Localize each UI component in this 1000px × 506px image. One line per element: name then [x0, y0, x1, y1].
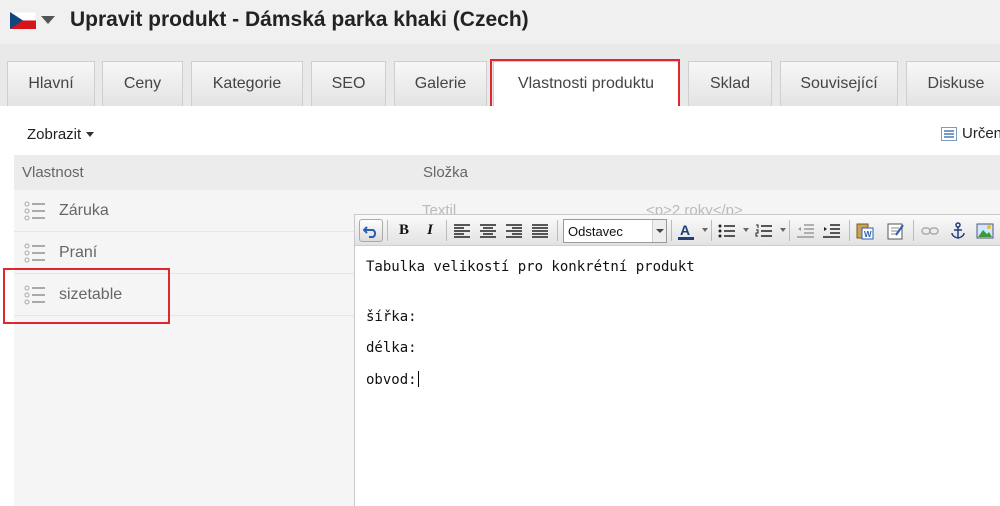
align-justify-button[interactable]: [528, 219, 552, 242]
toolbar-separator: [711, 220, 712, 241]
editor-paragraph-last: obvod:: [366, 371, 419, 388]
property-name: Praní: [59, 244, 98, 261]
numbered-list-icon: [755, 224, 772, 237]
list-settings-icon: [941, 126, 957, 141]
toolbar-separator: [671, 220, 672, 241]
outdent-button[interactable]: [794, 219, 818, 242]
view-dropdown-button[interactable]: Zobrazit: [27, 126, 95, 143]
rich-text-editor[interactable]: B I Odstavec A W Tabulka velikostí pro k…: [354, 214, 1000, 506]
editor-paragraph: šířka:: [366, 309, 417, 325]
toolbar-separator: [849, 220, 850, 241]
toolbar-separator: [387, 220, 388, 241]
image-icon: [976, 223, 994, 238]
list-icon: [24, 285, 45, 305]
anchor-button[interactable]: [946, 219, 970, 242]
bullet-list-icon: [718, 224, 735, 237]
outdent-icon: [797, 223, 814, 238]
tab-vlastnosti-produktu[interactable]: Vlastnosti produktu: [493, 61, 679, 106]
align-left-icon: [454, 223, 470, 238]
language-dropdown-icon[interactable]: [41, 16, 55, 24]
align-center-icon: [480, 223, 496, 238]
toolbar-separator: [557, 220, 558, 241]
toolbar-separator: [789, 220, 790, 241]
text-color-button[interactable]: A: [674, 219, 698, 242]
chevron-down-icon[interactable]: [702, 228, 708, 232]
tab-souvisejici[interactable]: Související: [780, 61, 898, 106]
text-cursor: [417, 371, 419, 387]
tab-sklad[interactable]: Sklad: [688, 61, 772, 106]
anchor-icon: [951, 221, 965, 239]
paste-word-icon: W: [856, 223, 874, 239]
bullet-list-button[interactable]: [715, 219, 739, 242]
indent-icon: [823, 223, 840, 238]
align-right-button[interactable]: [502, 219, 526, 242]
list-icon: [24, 243, 45, 263]
svg-text:W: W: [864, 230, 872, 239]
grid-header: Vlastnost Složka: [14, 155, 1000, 190]
page-header: Upravit produkt - Dámská parka khaki (Cz…: [0, 0, 1000, 44]
edit-html-button[interactable]: [884, 219, 908, 242]
align-justify-icon: [532, 223, 548, 238]
format-select[interactable]: Odstavec: [563, 219, 667, 243]
editor-paragraph: délka:: [366, 340, 417, 356]
tab-diskuse[interactable]: Diskuse: [906, 61, 1000, 106]
editor-paragraph: Tabulka velikostí pro konkrétní produkt: [366, 259, 695, 275]
column-header-property[interactable]: Vlastnost: [22, 164, 84, 181]
image-button[interactable]: [973, 219, 997, 242]
undo-icon: [363, 225, 377, 238]
property-name: sizetable: [59, 286, 123, 303]
undo-button[interactable]: [359, 219, 383, 242]
page-title: Upravit produkt - Dámská parka khaki (Cz…: [70, 8, 529, 31]
edit-icon: [887, 223, 904, 239]
svg-text:A: A: [680, 222, 690, 238]
chevron-down-icon: [652, 220, 666, 242]
numbered-list-button[interactable]: [752, 219, 776, 242]
determine-button-label: Určen: [962, 125, 1000, 142]
tab-ceny[interactable]: Ceny: [102, 61, 183, 106]
align-center-button[interactable]: [476, 219, 500, 242]
indent-button[interactable]: [820, 219, 844, 242]
link-button[interactable]: [918, 219, 942, 242]
link-icon: [921, 226, 939, 235]
editor-paragraph-text: obvod:: [366, 372, 417, 388]
format-select-value: Odstavec: [568, 224, 623, 239]
view-dropdown-label: Zobrazit: [27, 126, 82, 143]
chevron-down-icon: [86, 132, 95, 137]
tab-kategorie[interactable]: Kategorie: [191, 61, 303, 106]
chevron-down-icon[interactable]: [780, 228, 786, 232]
bold-button[interactable]: B: [392, 219, 416, 242]
tab-bar: Hlavní Ceny Kategorie SEO Galerie Vlastn…: [0, 44, 1000, 106]
editor-toolbar: B I Odstavec A W: [355, 215, 1000, 246]
tab-hlavni[interactable]: Hlavní: [7, 61, 95, 106]
toolbar-separator: [446, 220, 447, 241]
list-icon: [24, 201, 45, 221]
paste-from-word-button[interactable]: W: [853, 219, 877, 242]
property-name: Záruka: [59, 202, 109, 219]
determine-button[interactable]: Určen: [941, 125, 1000, 142]
italic-button[interactable]: I: [418, 219, 442, 242]
tab-seo[interactable]: SEO: [311, 61, 386, 106]
text-color-icon: A: [678, 222, 694, 240]
czech-flag-icon[interactable]: [10, 12, 36, 29]
chevron-down-icon[interactable]: [743, 228, 749, 232]
column-header-component[interactable]: Složka: [423, 164, 468, 181]
tab-galerie[interactable]: Galerie: [394, 61, 487, 106]
align-left-button[interactable]: [450, 219, 474, 242]
align-right-icon: [506, 223, 522, 238]
toolbar-separator: [913, 220, 914, 241]
